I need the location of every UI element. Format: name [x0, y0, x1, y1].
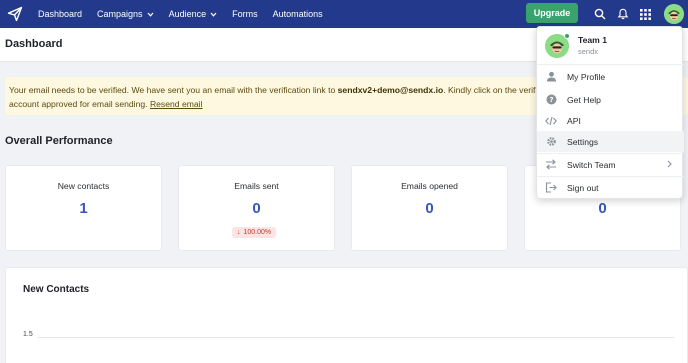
- resend-email-link[interactable]: Resend email: [150, 99, 203, 109]
- alert-text-line2: account approved for email sending.: [9, 99, 150, 109]
- stat-label: Emails sent: [234, 181, 279, 191]
- alert-text-mid: . Kindly click on the verifica: [443, 85, 547, 95]
- menu-item-sign-out[interactable]: Sign out: [537, 177, 684, 198]
- menu-item-label: My Profile: [567, 71, 606, 82]
- new-contacts-panel: New Contacts 1.5: [5, 267, 688, 363]
- nav-menu: Dashboard Campaigns Audience Forms Autom…: [38, 9, 338, 19]
- nav-dashboard[interactable]: Dashboard: [38, 9, 82, 19]
- section-title-overall-performance: Overall Performance: [5, 135, 113, 147]
- nav-audience[interactable]: Audience: [169, 9, 218, 19]
- change-badge-value: 100.00%: [243, 229, 272, 236]
- menu-item-get-help[interactable]: ? Get Help: [537, 89, 684, 110]
- bell-icon[interactable]: [615, 6, 631, 22]
- page-title: Dashboard: [5, 38, 63, 50]
- gear-icon: [544, 135, 558, 149]
- upgrade-button[interactable]: Upgrade: [526, 3, 578, 23]
- alert-email: sendxv2+demo@sendx.io: [337, 85, 444, 95]
- team-name: Team 1: [578, 35, 607, 45]
- menu-item-switch-team[interactable]: Switch Team: [537, 154, 684, 175]
- stat-label: Emails opened: [401, 181, 458, 191]
- alert-text: Your email needs to be verified. We have…: [9, 85, 338, 95]
- menu-item-label: Get Help: [567, 94, 601, 105]
- team-subtitle: sendx: [578, 47, 599, 56]
- stat-card-emails-opened: Emails opened 0: [351, 165, 508, 251]
- user-icon: [544, 70, 558, 84]
- search-icon[interactable]: [592, 6, 608, 22]
- menu-item-label: Sign out: [567, 182, 599, 193]
- menu-item-label: Switch Team: [567, 159, 616, 170]
- nav-dashboard-label: Dashboard: [38, 9, 83, 19]
- logo-icon[interactable]: [2, 0, 28, 28]
- stat-card-new-contacts: New contacts 1: [5, 165, 162, 251]
- top-nav: Dashboard Campaigns Audience Forms Autom…: [0, 0, 688, 28]
- avatar[interactable]: [664, 4, 684, 24]
- stat-value: 0: [425, 200, 434, 217]
- nav-automations[interactable]: Automations: [273, 9, 323, 19]
- menu-item-label: API: [567, 115, 581, 126]
- code-icon: [544, 114, 558, 128]
- nav-campaigns[interactable]: Campaigns: [97, 9, 154, 19]
- account-dropdown: Team 1 sendx My Profile ? Get Help API S…: [536, 26, 684, 199]
- help-icon: ?: [544, 93, 558, 107]
- nav-audience-label: Audience: [168, 9, 207, 19]
- nav-forms[interactable]: Forms: [232, 9, 258, 19]
- stat-value: 1: [79, 200, 88, 217]
- online-status-dot: [564, 33, 570, 39]
- svg-text:?: ?: [549, 96, 553, 104]
- y-tick-label: 1.5: [23, 331, 33, 338]
- nav-campaigns-label: Campaigns: [97, 9, 143, 19]
- grid-line: [38, 337, 674, 338]
- apps-grid-icon[interactable]: [637, 6, 653, 22]
- menu-item-settings[interactable]: Settings: [537, 131, 684, 152]
- arrow-down-icon: ↓: [237, 229, 241, 236]
- stat-card-emails-sent: Emails sent 0 ↓ 100.00%: [178, 165, 335, 251]
- menu-item-my-profile[interactable]: My Profile: [537, 66, 684, 87]
- chevron-down-icon: [147, 9, 154, 19]
- team-header: Team 1 sendx: [537, 27, 684, 65]
- stat-value: 0: [252, 200, 261, 217]
- stat-label: New contacts: [57, 181, 110, 191]
- chevron-right-icon: [667, 160, 672, 170]
- nav-automations-label: Automations: [272, 9, 323, 19]
- chevron-down-icon: [210, 9, 217, 19]
- sign-out-icon: [544, 181, 558, 195]
- stat-value: 0: [598, 200, 607, 217]
- menu-item-label: Settings: [567, 136, 599, 147]
- menu-item-api[interactable]: API: [537, 110, 684, 131]
- switch-icon: [544, 158, 558, 172]
- panel-title: New Contacts: [23, 284, 90, 295]
- change-badge: ↓ 100.00%: [232, 227, 277, 238]
- nav-forms-label: Forms: [232, 9, 258, 19]
